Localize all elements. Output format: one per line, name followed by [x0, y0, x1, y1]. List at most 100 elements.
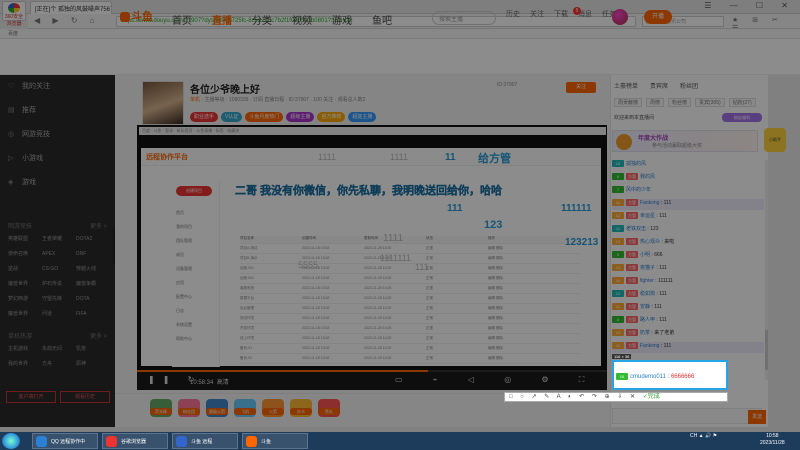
sidebar-game-9[interactable]: 魔兽世界: [8, 280, 42, 287]
rank-tab-0[interactable]: 周贡献榜: [614, 98, 643, 107]
chat-message[interactable]: 8 方管 我的风: [612, 173, 764, 184]
sidebar-game-2[interactable]: DOTA2: [76, 236, 110, 242]
sidebar-game2-1[interactable]: 永劫无间: [42, 345, 76, 352]
chat-nickname[interactable]: 夜猫子: [640, 265, 655, 271]
sidebar-game-13[interactable]: 守望先锋: [42, 295, 76, 302]
sidebar-game2-4[interactable]: 方舟: [42, 360, 76, 367]
robot-icon[interactable]: 小助手: [764, 128, 786, 152]
chat-message[interactable]: 11 方管 安静 : 111: [612, 303, 764, 314]
user-avatar[interactable]: [612, 9, 628, 25]
chat-nickname[interactable]: 小明: [640, 252, 650, 258]
browser-tab[interactable]: [正在]个 孤独的风鼓噪声7567-: [30, 1, 112, 14]
bookmarks-bar[interactable]: 百度: [0, 29, 800, 39]
header-icon-1[interactable]: 关注: [530, 9, 544, 19]
chat-nickname[interactable]: 风中的少年: [626, 187, 651, 193]
sidebar-game-6[interactable]: 逆战: [8, 265, 42, 272]
chat-nickname[interactable]: 孤独的风: [626, 161, 646, 167]
sidebar-game-7[interactable]: CS:GO: [42, 266, 76, 272]
sidebar-game-12[interactable]: 梦幻西游: [8, 295, 42, 302]
sidebar-section-more[interactable]: 更多 >: [90, 221, 107, 230]
header-icon-2[interactable]: 下载: [554, 9, 568, 19]
sidebar-game-1[interactable]: 王者荣耀: [42, 235, 76, 242]
start-button[interactable]: [2, 433, 20, 449]
sidebar-game-14[interactable]: DOTA: [76, 296, 110, 302]
client-open-button[interactable]: 客户端打开: [6, 391, 56, 403]
site-search-input[interactable]: 搜索主播: [432, 11, 496, 25]
sidebar-item-3[interactable]: ▷ 小游戏: [8, 153, 43, 163]
sidebar-game-10[interactable]: 炉石传说: [42, 280, 76, 287]
nav-item-5[interactable]: 鱼吧: [372, 16, 392, 27]
chat-scrollbar[interactable]: [765, 160, 768, 380]
nav-item-2[interactable]: 分类: [252, 16, 272, 27]
rank-tab-4[interactable]: 钻粉(27): [728, 98, 756, 107]
chat-message[interactable]: 8 方管 路人甲 : 111: [612, 316, 764, 327]
chat-nickname[interactable]: 热心观众: [640, 239, 660, 245]
chat-nickname[interactable]: 安静: [640, 304, 650, 310]
sidebar-game-15[interactable]: 魔兽世界: [8, 310, 42, 317]
history-button[interactable]: 观看历史: [60, 391, 110, 403]
chat-message[interactable]: 7 风中的少年: [612, 186, 764, 197]
sidebar-game2-5[interactable]: 原神: [76, 360, 110, 367]
sidebar-item-4[interactable]: ◈ 游戏: [8, 177, 36, 187]
sidebar-game-0[interactable]: 英雄联盟: [8, 235, 42, 242]
chat-message[interactable]: 13 方管 热心观众 : 来啦: [612, 238, 764, 249]
chat-message[interactable]: 16 方管 Fankong : 111: [612, 199, 764, 210]
sidebar-game2-0[interactable]: 主机游戏: [8, 345, 42, 352]
sidebar-game2-3[interactable]: 我的世界: [8, 360, 42, 367]
chat-message[interactable]: 12 方管 稳如狗 : 111: [612, 290, 764, 301]
nav-item-1[interactable]: 直播: [212, 16, 232, 27]
chat-message[interactable]: 16 方管 Fankong : 111: [612, 342, 764, 353]
sidebar-game-4[interactable]: APEX: [42, 251, 76, 257]
screenshot-done-button[interactable]: ✓完成: [643, 394, 660, 400]
chat-input[interactable]: [612, 408, 762, 424]
chat-message[interactable]: 9 方管 小明 : 666: [612, 251, 764, 262]
player-right-controls[interactable]: ▭ ⌁ ◁ ◎ ⚙ ⛶ ⤢: [395, 375, 635, 385]
taskbar-app[interactable]: 斗鱼 远程: [172, 433, 238, 449]
sidebar-game-5[interactable]: DNF: [76, 251, 110, 257]
chat-nickname[interactable]: fighter: [640, 278, 654, 284]
streamer-avatar[interactable]: [142, 81, 184, 125]
chat-nickname[interactable]: Fankong: [640, 343, 659, 349]
chat-message[interactable]: 10 方管 夜猫子 : 111: [612, 264, 764, 275]
nav-item-4[interactable]: 游戏: [332, 16, 352, 27]
taskbar-app[interactable]: QQ 远程协作中: [32, 433, 98, 449]
rank-tab-2[interactable]: 粉丝榜: [668, 98, 692, 107]
nav-buttons[interactable]: ◀ ▶ ↻ ⌂: [34, 16, 100, 25]
site-logo[interactable]: 斗鱼: [120, 8, 160, 28]
sidebar-game-16[interactable]: 问道: [42, 310, 76, 317]
sidebar-item-0[interactable]: ♡ 我的关注: [8, 81, 50, 91]
chat-nickname[interactable]: 稳如狗: [640, 291, 655, 297]
chat-message[interactable]: 14 方管 fighter : 111111: [612, 277, 764, 288]
nav-item-0[interactable]: 首页: [172, 16, 192, 27]
system-tray[interactable]: CH ▲ 🔊 ⚑: [690, 433, 717, 439]
fan-welfare-button[interactable]: 粉丝福利: [722, 113, 762, 122]
taskbar-app[interactable]: 斗鱼: [242, 433, 308, 449]
browser-logo[interactable]: 360安全浏览器: [2, 1, 26, 27]
sidebar-game-3[interactable]: 使命召唤: [8, 250, 42, 257]
send-button[interactable]: 发送: [748, 410, 766, 424]
sidebar-game-17[interactable]: FIFA: [76, 311, 110, 317]
window-controls[interactable]: ☰ — ☐ ✕: [704, 1, 796, 10]
sidebar-item-2[interactable]: ◎ 网游竞技: [8, 129, 50, 139]
sidebar-section2-more[interactable]: 更多 >: [90, 331, 107, 340]
chat-tab-2[interactable]: 粉丝团: [680, 81, 698, 90]
taskbar-app[interactable]: 谷歌浏览器: [102, 433, 168, 449]
chat-nickname[interactable]: 奶茶: [640, 330, 650, 336]
chat-tab-0[interactable]: 土豪榜单: [614, 81, 638, 90]
screenshot-toolbar[interactable]: □ ○ ↗ ✎ A ◐ ↶ ↷ ⊕ ⇩ ✕ ✓完成: [504, 392, 728, 402]
chat-nickname[interactable]: 幸运星: [640, 213, 655, 219]
chat-nickname[interactable]: Fankong: [640, 200, 659, 206]
sidebar-game-8[interactable]: 穿越火线: [76, 265, 110, 272]
sidebar-item-1[interactable]: ▤ 推荐: [8, 105, 36, 115]
sidebar-game-11[interactable]: 魔兽争霸: [76, 280, 110, 287]
chat-nickname[interactable]: 老铁双击: [626, 226, 646, 232]
chat-nickname[interactable]: 我的风: [640, 174, 655, 180]
header-icon-0[interactable]: 历史: [506, 9, 520, 19]
chat-scrollbar-thumb[interactable]: [765, 330, 768, 370]
open-live-button[interactable]: 开播: [644, 10, 672, 24]
nav-item-3[interactable]: 视频: [292, 16, 312, 27]
chat-tab-1[interactable]: 贵宾席: [650, 81, 668, 90]
rank-tab-1[interactable]: 周榜: [646, 98, 665, 107]
chat-message[interactable]: 11 老铁双击 : 123: [612, 225, 764, 236]
follow-button[interactable]: 关注: [566, 82, 596, 93]
